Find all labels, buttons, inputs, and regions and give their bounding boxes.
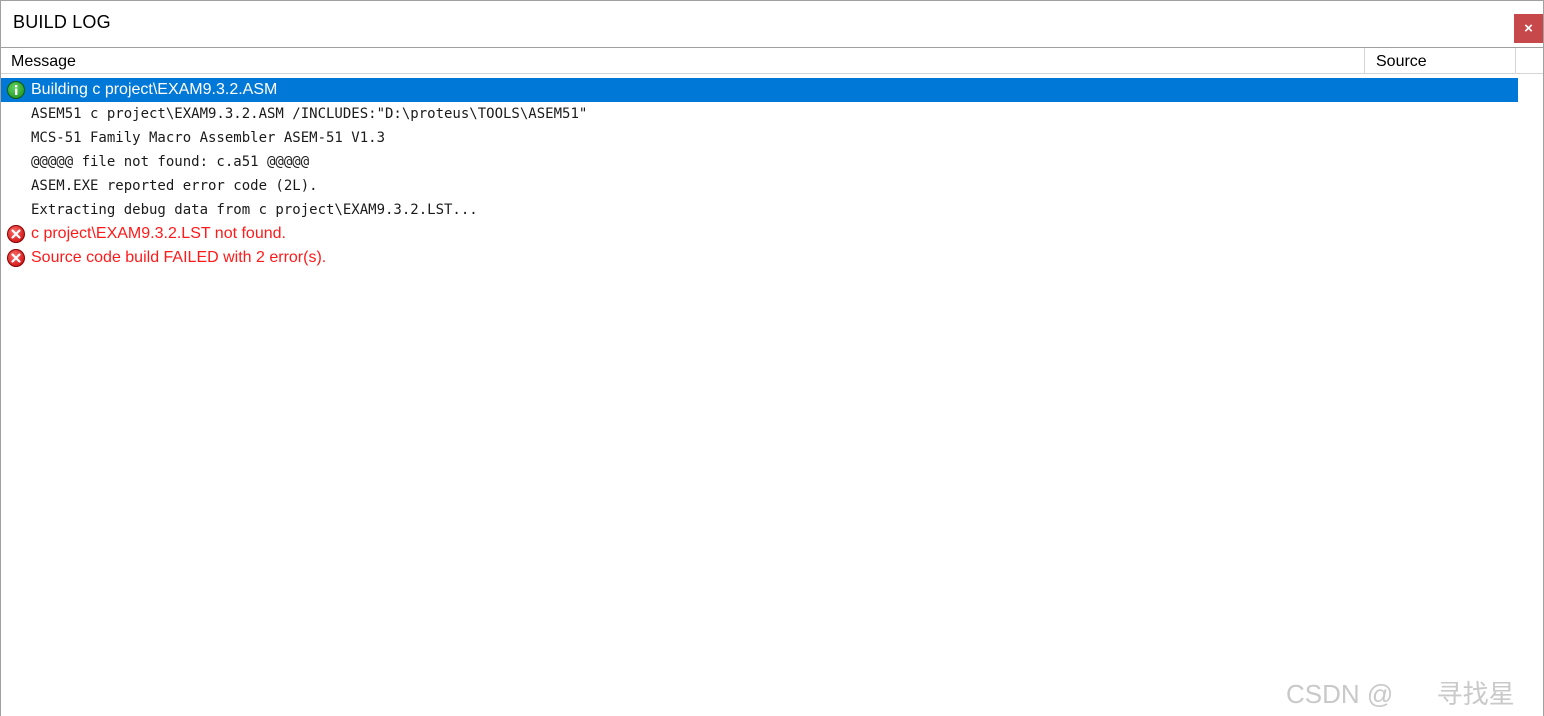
log-row[interactable]: @@@@@ file not found: c.a51 @@@@@ bbox=[1, 150, 1518, 174]
watermark: CSDN @ 寻找星 bbox=[1286, 679, 1515, 709]
build-log-list[interactable]: Message Source Building c project\EXAM9.… bbox=[1, 47, 1543, 716]
log-row[interactable]: ASEM51 c project\EXAM9.3.2.ASM /INCLUDES… bbox=[1, 102, 1518, 126]
log-row-message: Source code build FAILED with 2 error(s)… bbox=[31, 249, 327, 266]
title-bar: BUILD LOG × bbox=[1, 1, 1543, 47]
column-header-message-label: Message bbox=[11, 53, 76, 70]
log-rows: Building c project\EXAM9.3.2.ASM ASEM51 … bbox=[1, 78, 1518, 270]
log-row[interactable]: Source code build FAILED with 2 error(s)… bbox=[1, 246, 1518, 270]
log-row-message: c project\EXAM9.3.2.LST not found. bbox=[31, 225, 286, 242]
log-row-message: ASEM51 c project\EXAM9.3.2.ASM /INCLUDES… bbox=[31, 106, 588, 122]
info-icon bbox=[7, 81, 25, 99]
log-row-message: @@@@@ file not found: c.a51 @@@@@ bbox=[31, 154, 310, 170]
log-row[interactable]: Extracting debug data from c project\EXA… bbox=[1, 198, 1518, 222]
log-row-message: ASEM.EXE reported error code (2L). bbox=[31, 178, 318, 194]
error-icon bbox=[7, 249, 25, 267]
error-icon bbox=[7, 225, 25, 243]
list-header: Message Source bbox=[1, 48, 1543, 74]
column-header-message[interactable]: Message bbox=[1, 48, 1365, 73]
column-header-source[interactable]: Source bbox=[1365, 48, 1516, 73]
window-title: BUILD LOG bbox=[13, 12, 111, 32]
log-row[interactable]: c project\EXAM9.3.2.LST not found. bbox=[1, 222, 1518, 246]
log-row[interactable]: MCS-51 Family Macro Assembler ASEM-51 V1… bbox=[1, 126, 1518, 150]
log-row-message: Extracting debug data from c project\EXA… bbox=[31, 202, 478, 218]
column-header-source-label: Source bbox=[1376, 53, 1427, 70]
log-row[interactable]: ASEM.EXE reported error code (2L). bbox=[1, 174, 1518, 198]
log-row-message: Building c project\EXAM9.3.2.ASM bbox=[31, 81, 278, 98]
build-log-window: BUILD LOG × Message Source Building c pr… bbox=[0, 0, 1544, 716]
log-row-message: MCS-51 Family Macro Assembler ASEM-51 V1… bbox=[31, 130, 386, 146]
close-button[interactable]: × bbox=[1514, 14, 1543, 43]
log-row[interactable]: Building c project\EXAM9.3.2.ASM bbox=[1, 78, 1518, 102]
